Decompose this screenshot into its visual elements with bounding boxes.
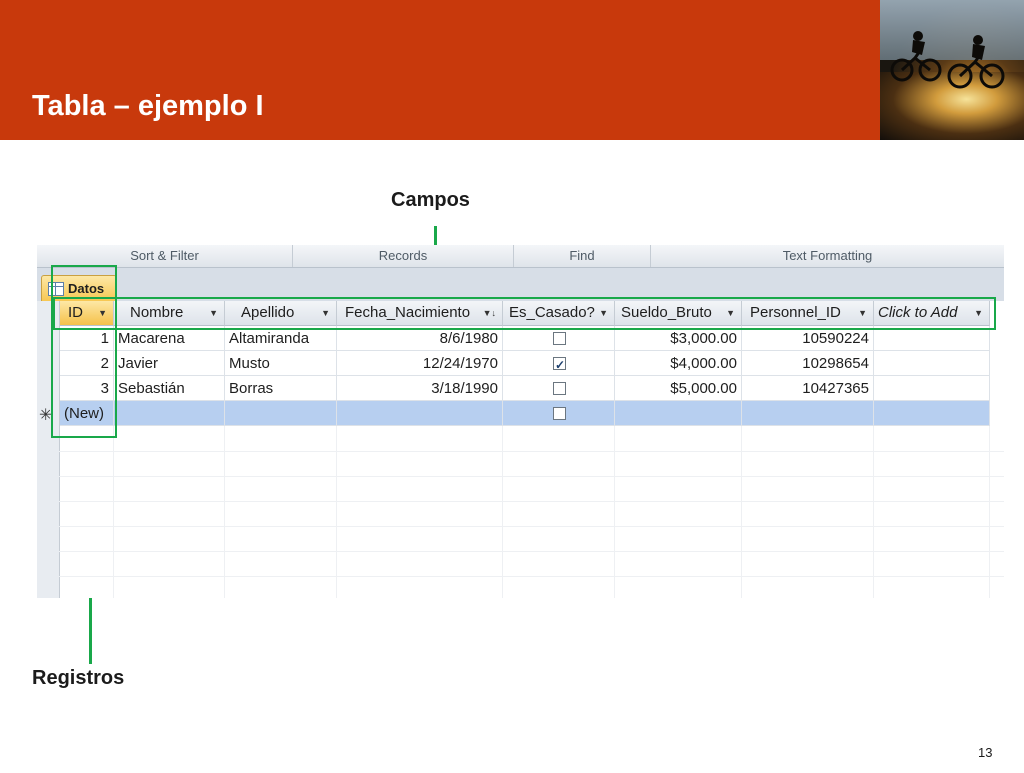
grid-divider (502, 426, 503, 598)
datasheet-grid[interactable]: ✳ ID ▼ Nombre ▼ Apellido ▼ Fecha_Nacimie… (37, 301, 1004, 598)
cell-es-casado-new (503, 401, 615, 426)
records-highlight-box (51, 265, 117, 438)
cyclists-photo (880, 0, 1024, 140)
grid-divider (873, 426, 874, 598)
cell-fecha[interactable]: 12/24/1970 (337, 351, 503, 376)
grid-divider (336, 426, 337, 598)
ribbon-group-find[interactable]: Find (514, 245, 651, 267)
records-callout: Registros (32, 667, 125, 689)
cell-add-new[interactable] (874, 401, 990, 426)
cell-es-casado: ✓ (503, 351, 615, 376)
cell-add[interactable] (874, 376, 990, 401)
cell-personnel-new[interactable] (742, 401, 874, 426)
grid-divider (224, 426, 225, 598)
checkmark-icon: ✓ (555, 358, 566, 372)
empty-grid-row (59, 451, 1004, 477)
grid-divider (741, 426, 742, 598)
cell-nombre-new[interactable] (114, 401, 225, 426)
grid-divider (989, 426, 990, 598)
empty-grid-row (59, 576, 1004, 598)
ribbon-group-text-formatting[interactable]: Text Formatting (651, 245, 1004, 267)
empty-grid-row (59, 526, 1004, 552)
cyclists-silhouette (890, 31, 1005, 89)
empty-grid-row (59, 551, 1004, 577)
cell-es-casado (503, 376, 615, 401)
title-banner: Tabla – ejemplo I (0, 0, 880, 140)
cell-sueldo[interactable]: $5,000.00 (615, 376, 742, 401)
cell-fecha-new[interactable] (337, 401, 503, 426)
cell-personnel[interactable]: 10427365 (742, 376, 874, 401)
cell-apellido-new[interactable] (225, 401, 337, 426)
ribbon-group-labels: Sort & Filter Records Find Text Formatti… (37, 245, 1004, 268)
cell-personnel[interactable]: 10298654 (742, 351, 874, 376)
grid-divider (614, 426, 615, 598)
cell-nombre[interactable]: Javier (114, 351, 225, 376)
cell-sueldo-new[interactable] (615, 401, 742, 426)
cell-sueldo[interactable]: $4,000.00 (615, 351, 742, 376)
es-casado-checkbox[interactable] (553, 382, 566, 395)
cell-apellido[interactable]: Musto (225, 351, 337, 376)
cell-nombre[interactable]: Sebastián (114, 376, 225, 401)
cell-apellido[interactable]: Borras (225, 376, 337, 401)
ribbon-group-sort-filter[interactable]: Sort & Filter (37, 245, 293, 267)
ribbon-group-records[interactable]: Records (293, 245, 514, 267)
es-casado-checkbox[interactable] (553, 407, 566, 420)
page-number: 13 (978, 745, 993, 760)
es-casado-checkbox[interactable] (553, 332, 566, 345)
es-casado-checkbox[interactable]: ✓ (553, 357, 566, 372)
cell-add[interactable] (874, 351, 990, 376)
slide-title: Tabla – ejemplo I (32, 90, 264, 122)
fields-highlight-box (53, 297, 996, 330)
empty-grid-row (59, 476, 1004, 502)
empty-grid-row (59, 426, 1004, 452)
cell-fecha[interactable]: 3/18/1990 (337, 376, 503, 401)
fields-callout: Campos (391, 189, 470, 211)
grid-divider (113, 426, 114, 598)
empty-grid-row (59, 501, 1004, 527)
